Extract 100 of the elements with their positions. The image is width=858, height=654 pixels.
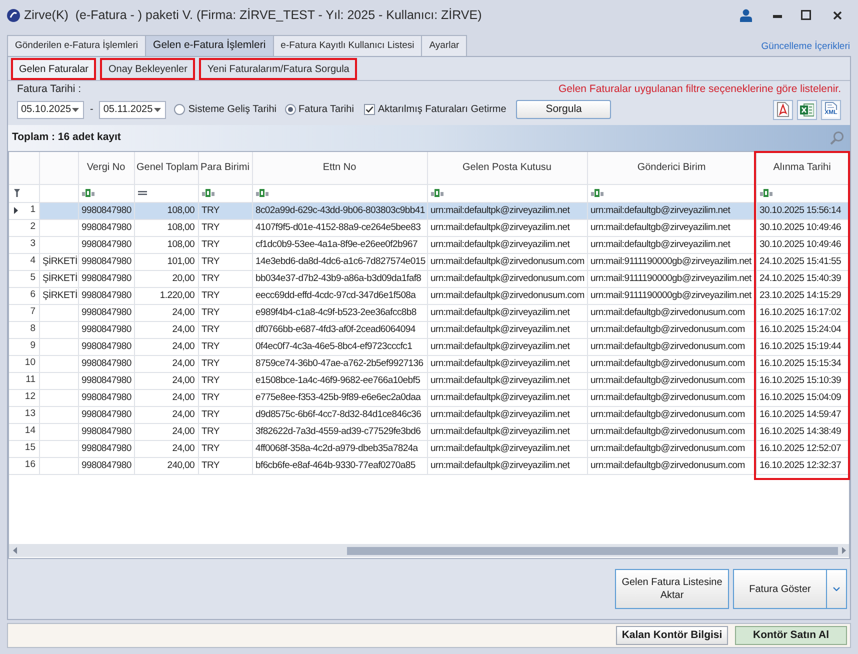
table-row[interactable]: 11 9980847980 24,00 TRY e1508bce-1a4c-46f9-9682-ee766a10ebf5 urn:mail:defaultpk@zirveyazilim.net urn:mail:defaultgb@zirvedonusum.com 16.10.2025 15:10:39: [9, 372, 848, 389]
filter-field[interactable]: [39, 184, 78, 202]
column-header[interactable]: Gönderici Birim: [587, 152, 756, 184]
sub-tab[interactable]: Onay Bekleyenler: [100, 58, 196, 80]
table-row[interactable]: 16 9980847980 240,00 TRY bf6cb6fe-e8af-464b-9330-77eaf0270a85 urn:mail:defaultpk@zirveyazilim.net urn:mail:defaultgb@zirvedonusum.com 16.10.2025 12:32:37: [9, 457, 848, 474]
table-cell: urn:mail:defaultpk@zirveyazilim.net: [427, 406, 587, 423]
table-cell: 108,00: [134, 236, 198, 253]
table-cell: 24,00: [134, 423, 198, 440]
column-header[interactable]: Gelen Posta Kutusu: [427, 152, 587, 184]
close-icon[interactable]: [833, 10, 842, 20]
dropdown-button[interactable]: [827, 569, 847, 609]
radio-icon[interactable]: [284, 104, 296, 115]
table-cell: urn:mail:defaultgb@zirvedonusum.com: [587, 304, 756, 321]
table-row[interactable]: 12 9980847980 24,00 TRY e775e8ee-f353-425b-9f89-e6e6ec2a0daa urn:mail:defaultpk@zirveyazilim.net urn:mail:defaultgb@zirvedonusum.com 16.10.2025 15:04:09: [9, 389, 848, 406]
tab[interactable]: Ayarlar: [421, 35, 468, 56]
column-header[interactable]: Vergi No: [78, 152, 134, 184]
filter-field[interactable]: [427, 184, 587, 202]
table-row[interactable]: 6 ŞİRKETİ 9980847980 1.220,00 TRY eecc69dd-effd-4cdc-97cd-347d6e1f508a urn:mail:defaultpk@zirvedonusum.com urn:mail:9111190000gb@zirveyazilim.net 23.10.2025 14:15:29: [9, 287, 848, 304]
table-row[interactable]: 4 ŞİRKETİ 9980847980 101,00 TRY 14e3ebd6-da8d-4dc6-a1c6-7d827574e015 urn:mail:defaultpk@zirvedonusum.com urn:mail:9111190000gb@zirveyazilim.net 24.10.2025 15:41:55: [9, 253, 848, 270]
table-cell: urn:mail:9111190000gb@zirveyazilim.net: [587, 287, 756, 304]
action-button[interactable]: Gelen Fatura Listesine Aktar: [615, 569, 729, 609]
table-cell: e1508bce-1a4c-46f9-9682-ee766a10ebf5: [252, 372, 427, 389]
table-cell: 8c02a99d-629c-43dd-9b06-803803c9bb41: [252, 202, 427, 219]
export-button[interactable]: [773, 100, 793, 120]
column-header[interactable]: Genel Toplam: [134, 152, 198, 184]
sub-tab[interactable]: Gelen Faturalar: [11, 58, 96, 80]
checkbox-option[interactable]: Aktarılmış Faturaları Getirme: [364, 102, 506, 117]
user-icon[interactable]: [740, 8, 752, 22]
search-icon[interactable]: [830, 131, 844, 145]
table-cell: urn:mail:defaultpk@zirveyazilim.net: [427, 440, 587, 457]
table-cell: 4107f9f5-d01e-4152-88a9-ce264e5bee83: [252, 219, 427, 236]
date-field[interactable]: 05.11.2025: [99, 100, 166, 118]
query-button[interactable]: Sorgula: [516, 100, 612, 119]
table-cell: 9980847980: [78, 457, 134, 474]
filter-row-icon: [14, 189, 20, 197]
table-cell: TRY: [198, 423, 252, 440]
table-cell: e989f4b4-c1a8-4c9f-b523-2ee36afcc8b8: [252, 304, 427, 321]
status-button[interactable]: Kalan Kontör Bilgisi: [616, 626, 728, 645]
date-field[interactable]: 05.10.2025: [17, 100, 84, 118]
export-button[interactable]: [797, 100, 817, 120]
tab[interactable]: Gönderilen e-Fatura İşlemleri: [7, 35, 146, 56]
table-cell: TRY: [198, 287, 252, 304]
filter-field[interactable]: [587, 184, 756, 202]
column-header[interactable]: Alınma Tarihi: [756, 152, 848, 184]
table-cell: 9980847980: [78, 389, 134, 406]
table-cell: urn:mail:defaultpk@zirveyazilim.net: [427, 338, 587, 355]
table-row[interactable]: 13 9980847980 24,00 TRY d9d8575c-6b6f-4cc7-8d32-84d1ce846c36 urn:mail:defaultpk@zirveyazilim.net urn:mail:defaultgb@zirvedonusum.com 16.10.2025 14:59:47: [9, 406, 848, 423]
table-cell: TRY: [198, 219, 252, 236]
filter-field[interactable]: [198, 184, 252, 202]
table-cell: 8759ce74-36b0-47ae-a762-2b5ef9927136: [252, 355, 427, 372]
table-cell: urn:mail:defaultgb@zirvedonusum.com: [587, 372, 756, 389]
row-number: 14: [24, 424, 36, 438]
table-cell: 9980847980: [78, 287, 134, 304]
scrollbar-thumb[interactable]: [347, 546, 838, 554]
sub-tab[interactable]: Yeni Faturalarım/Fatura Sorgula: [199, 58, 358, 80]
filter-field[interactable]: [252, 184, 427, 202]
table-row[interactable]: 2 9980847980 108,00 TRY 4107f9f5-d01e-4152-88a9-ce264e5bee83 urn:mail:defaultpk@zirveyazilim.net urn:mail:defaultgb@zirveyazilim.net 30.10.2025 10:49:46: [9, 219, 848, 236]
table-cell: 9980847980: [78, 355, 134, 372]
table-row[interactable]: 15 9980847980 24,00 TRY 4ff0068f-358a-4c2d-a979-dbeb35a7824a urn:mail:defaultpk@zirveyazilim.net urn:mail:defaultgb@zirvedonusum.com 16.10.2025 12:52:07: [9, 440, 848, 457]
scroll-right-icon[interactable]: [842, 547, 846, 554]
horizontal-scrollbar[interactable]: [9, 544, 849, 557]
radio-option[interactable]: Sisteme Geliş Tarihi: [174, 102, 277, 117]
table-cell: 14e3ebd6-da8d-4dc6-a1c6-7d827574e015: [252, 253, 427, 270]
table-row[interactable]: 7 9980847980 24,00 TRY e989f4b4-c1a8-4c9f-b523-2ee36afcc8b8 urn:mail:defaultpk@zirveyazilim.net urn:mail:defaultgb@zirvedonusum.com 16.10.2025 16:17:02: [9, 304, 848, 321]
table-row[interactable]: 3 9980847980 108,00 TRY cf1dc0b9-53ee-4a1a-8f9e-e26ee0f2b967 urn:mail:defaultpk@zirveyazilim.net urn:mail:defaultgb@zirveyazilim.net 30.10.2025 10:49:46: [9, 236, 848, 253]
row-number: 2: [30, 220, 36, 234]
table-row[interactable]: 14 9980847980 24,00 TRY 3f82622d-7a3d-4559-ad39-c77529fe3bd6 urn:mail:defaultpk@zirveyazilim.net urn:mail:defaultgb@zirvedonusum.com 16.10.2025 14:38:49: [9, 423, 848, 440]
update-link[interactable]: Güncelleme İçerikleri: [761, 40, 850, 55]
radio-icon[interactable]: [174, 104, 186, 115]
table-cell: 240,00: [134, 457, 198, 474]
tab[interactable]: Gelen e-Fatura İşlemleri: [145, 35, 274, 56]
table-cell: 9980847980: [78, 440, 134, 457]
table-cell: TRY: [198, 372, 252, 389]
table-row[interactable]: 9 9980847980 24,00 TRY 0f4ec0f7-4c3a-46e5-8bc4-ef9723cccfc1 urn:mail:defaultpk@zirveyazilim.net urn:mail:defaultgb@zirvedonusum.com 16.10.2025 15:19:44: [9, 338, 848, 355]
radio-option[interactable]: Fatura Tarihi: [284, 102, 354, 117]
table-cell: 16.10.2025 15:24:04: [756, 321, 848, 338]
row-number: 8: [30, 322, 36, 336]
column-header[interactable]: Ettn No: [252, 152, 427, 184]
table-cell: TRY: [198, 253, 252, 270]
column-header[interactable]: Para Birimi: [198, 152, 252, 184]
table-cell: 108,00: [134, 219, 198, 236]
table-cell: urn:mail:defaultgb@zirvedonusum.com: [587, 423, 756, 440]
maximize-icon[interactable]: [801, 10, 811, 20]
filter-field[interactable]: [78, 184, 134, 202]
table-row[interactable]: 5 ŞİRKETİ 9980847980 20,00 TRY bb034e37-d7b2-43b9-a86a-b3d09da1faf8 urn:mail:defaultpk@zirvedonusum.com urn:mail:9111190000gb@zirveyazilim.net 24.10.2025 15:40:39: [9, 270, 848, 287]
tab[interactable]: e-Fatura Kayıtlı Kullanıcı Listesi: [272, 35, 422, 56]
row-number: 3: [30, 237, 36, 252]
table-row[interactable]: 10 9980847980 24,00 TRY 8759ce74-36b0-47ae-a762-2b5ef9927136 urn:mail:defaultpk@zirveyazilim.net urn:mail:defaultgb@zirvedonusum.com 16.10.2025 15:15:34: [9, 355, 848, 372]
scroll-left-icon[interactable]: [13, 547, 17, 554]
filter-field[interactable]: [134, 184, 198, 202]
action-button[interactable]: Fatura Göster: [733, 569, 827, 609]
status-button[interactable]: Kontör Satın Al: [735, 626, 847, 645]
text-filter-icon: [202, 189, 214, 197]
checkbox-icon[interactable]: [364, 104, 375, 115]
table-row[interactable]: 8 9980847980 24,00 TRY df0766bb-e687-4fd3-af0f-2cead6064094 urn:mail:defaultpk@zirveyazilim.net urn:mail:defaultgb@zirvedonusum.com 16.10.2025 15:24:04: [9, 321, 848, 338]
table-row[interactable]: 1 9980847980 108,00 TRY 8c02a99d-629c-43dd-9b06-803803c9bb41 urn:mail:defaultpk@zirveyazilim.net urn:mail:defaultgb@zirveyazilim.net 30.10.2025 15:56:14: [9, 202, 848, 219]
current-row-icon: [14, 207, 18, 214]
table-cell: df0766bb-e687-4fd3-af0f-2cead6064094: [252, 321, 427, 338]
table-cell: urn:mail:defaultpk@zirveyazilim.net: [427, 321, 587, 338]
table-cell: 9980847980: [78, 423, 134, 440]
